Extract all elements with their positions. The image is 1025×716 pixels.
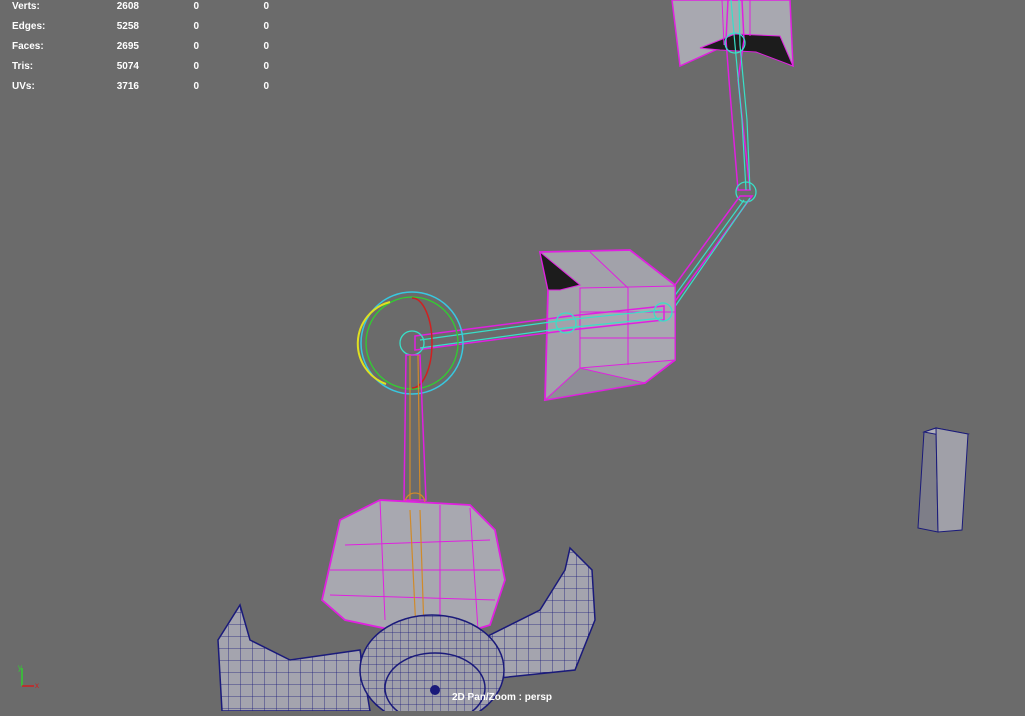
hud-v3: 0 (263, 61, 269, 72)
3d-viewport[interactable] (0, 0, 1025, 716)
hud-v1: 2608 (116, 1, 139, 12)
hud-row: Verts: 2608 0 0 (12, 0, 269, 17)
hud-row: UVs: 3716 0 0 (12, 77, 269, 97)
hud-label: Edges: (12, 21, 46, 32)
hud-v3: 0 (263, 41, 269, 52)
hud-label: Faces: (12, 41, 44, 52)
axis-x-label: x (35, 681, 39, 690)
scene[interactable] (0, 0, 1025, 716)
hud-row: Tris: 5074 0 0 (12, 57, 269, 77)
hud-v2: 0 (193, 61, 199, 72)
hud-v2: 0 (193, 21, 199, 32)
hud-v3: 0 (263, 81, 269, 92)
hud-row: Edges: 5258 0 0 (12, 17, 269, 37)
hud-label: Tris: (12, 61, 34, 72)
viewport-status: 2D Pan/Zoom : persp (452, 692, 553, 703)
poly-count-hud: Verts: 2608 0 0 Edges: 5258 0 0 Faces: 2695 0 0 Tris… (12, 0, 269, 97)
hud-v3: 0 (263, 21, 269, 32)
hud-v1: 5258 (116, 21, 139, 32)
spine-joints[interactable] (403, 354, 427, 514)
axis-y-label: y (18, 663, 22, 672)
hud-v2: 0 (193, 81, 199, 92)
axis-gizmo: y x (18, 663, 39, 690)
hud-label: UVs: (12, 81, 35, 92)
hud-v1: 3716 (116, 81, 139, 92)
hud-v3: 0 (263, 1, 269, 12)
hud-v1: 5074 (116, 61, 139, 72)
pillar-mesh[interactable] (917, 427, 970, 533)
hud-v2: 0 (193, 41, 199, 52)
hud-v2: 0 (193, 1, 199, 12)
hud-v1: 2695 (116, 41, 139, 52)
hud-row: Faces: 2695 0 0 (12, 37, 269, 57)
hud-label: Verts: (12, 1, 40, 12)
middle-box-mesh[interactable] (538, 249, 676, 402)
